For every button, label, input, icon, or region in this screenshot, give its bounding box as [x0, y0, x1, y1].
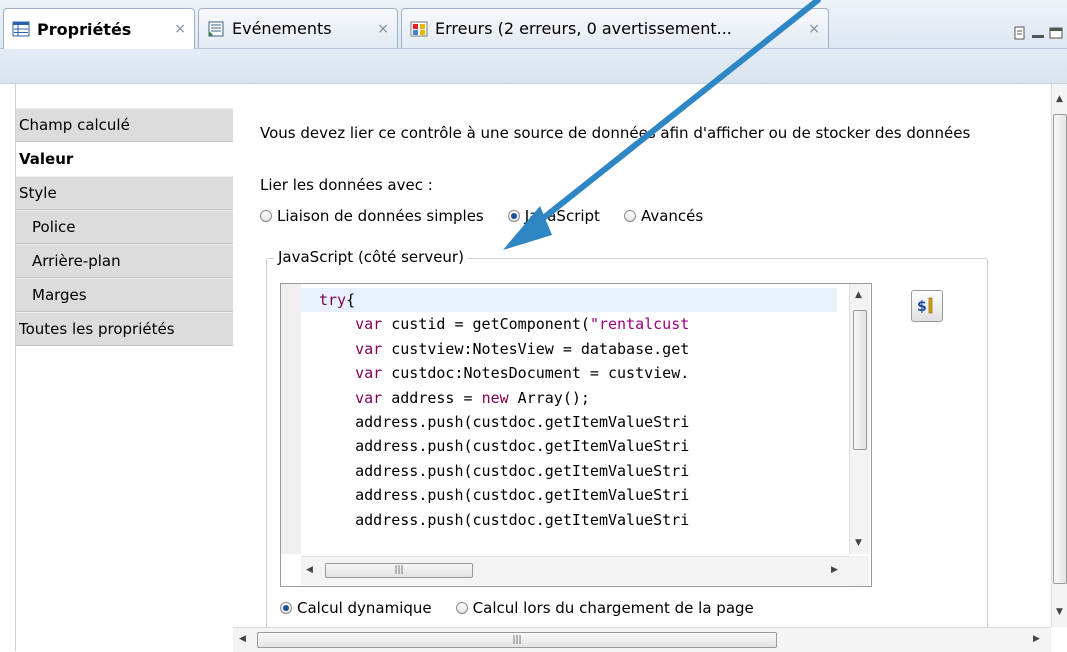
tab-properties-label: Propriétés: [37, 19, 132, 39]
scroll-thumb[interactable]: [853, 310, 867, 450]
nav-item-style[interactable]: Style: [16, 176, 233, 210]
radio-button-selected: [280, 602, 292, 614]
code-line: address.push(custdoc.getItemValueStri: [319, 486, 690, 505]
close-icon[interactable]: ×: [367, 21, 389, 37]
close-icon[interactable]: ×: [798, 21, 820, 37]
property-sections-nav: Champ calculé Valeur Style Police Arrièr…: [15, 84, 234, 651]
scroll-up-arrow-icon[interactable]: ▲: [855, 290, 862, 300]
code-line: address.push(custdoc.getItemValueStri: [319, 461, 690, 480]
panel-horizontal-scrollbar[interactable]: ◀ ||| ▶: [233, 627, 1051, 652]
scroll-thumb[interactable]: |||: [257, 632, 777, 648]
calc-options: Calcul dynamique Calcul lors du chargemen…: [280, 599, 778, 618]
tab-errors-label: Erreurs (2 erreurs, 0 avertissement...: [435, 19, 732, 38]
radio-dynamic-calc[interactable]: Calcul dynamique: [280, 599, 432, 617]
scroll-left-arrow-icon[interactable]: ◀: [239, 634, 246, 644]
bind-data-label: Lier les données avec :: [260, 176, 433, 194]
code-line: var address = new Array();: [355, 388, 590, 407]
events-icon: [208, 21, 224, 36]
panel-vertical-scrollbar[interactable]: ▲ ▼: [1051, 84, 1067, 627]
tab-events[interactable]: Evénements ×: [198, 8, 398, 48]
scrollbar-corner: [849, 556, 869, 586]
code-line: var custid = getComponent("rentalcust: [355, 315, 690, 334]
editor-vertical-scrollbar[interactable]: ▲ ▼: [849, 284, 870, 554]
maximize-icon[interactable]: [1049, 26, 1063, 40]
radio-button: [623, 210, 636, 222]
nav-item-computed-field[interactable]: Champ calculé: [16, 108, 233, 142]
tab-events-label: Evénements: [232, 19, 332, 38]
nav-item-all-properties[interactable]: Toutes les propriétés: [16, 312, 233, 346]
scroll-down-arrow-icon[interactable]: ▼: [1056, 607, 1063, 617]
code-line: var custview:NotesView = database.get: [355, 339, 690, 358]
scroll-up-arrow-icon[interactable]: ▲: [1056, 94, 1063, 104]
nav-item-value[interactable]: Valeur: [16, 142, 233, 176]
radio-javascript[interactable]: JavaScript: [507, 207, 600, 225]
svg-text:$: $: [917, 299, 927, 315]
close-icon[interactable]: ×: [164, 21, 186, 37]
view-menu-icon[interactable]: [1013, 26, 1027, 40]
nav-item-margins[interactable]: Marges: [16, 278, 233, 312]
errors-icon: [410, 21, 428, 36]
binding-message: Vous devez lier ce contrôle à une source…: [260, 124, 971, 142]
view-controls: [1013, 26, 1063, 40]
editor-horizontal-scrollbar[interactable]: ◀ ||| ▶: [301, 556, 849, 585]
radio-page-load-calc[interactable]: Calcul lors du chargement de la page: [455, 599, 754, 617]
bind-options: Liaison de données simples JavaScript Avan…: [260, 207, 727, 226]
radio-simple-binding[interactable]: Liaison de données simples: [260, 207, 484, 225]
code-line: var custdoc:NotesDocument = custview.: [355, 364, 690, 383]
value-panel: Vous devez lier ce contrôle à une source…: [233, 84, 1051, 627]
code-line: address.push(custdoc.getItemValueStri: [319, 437, 690, 456]
nav-item-font[interactable]: Police: [16, 210, 233, 244]
code-text[interactable]: try{ var custid = getComponent("rentalcu…: [319, 288, 689, 532]
minimize-icon[interactable]: [1031, 26, 1045, 40]
scroll-right-arrow-icon[interactable]: ▶: [1033, 634, 1040, 644]
open-script-editor-button[interactable]: $: [911, 290, 943, 322]
script-group-label: JavaScript (côté serveur): [274, 248, 468, 266]
properties-icon: [12, 21, 30, 37]
scroll-thumb[interactable]: [1053, 114, 1067, 584]
script-editor[interactable]: try{ var custid = getComponent("rentalcu…: [280, 283, 872, 587]
tab-properties[interactable]: Propriétés ×: [3, 8, 195, 49]
scroll-thumb[interactable]: |||: [325, 563, 473, 578]
nav-item-background[interactable]: Arrière-plan: [16, 244, 233, 278]
code-line: try{: [319, 291, 356, 309]
radio-advanced[interactable]: Avancés: [623, 207, 703, 225]
script-editor-icon: $: [917, 297, 933, 315]
tab-errors[interactable]: Erreurs (2 erreurs, 0 avertissement... ×: [401, 8, 829, 48]
radio-button: [455, 602, 468, 614]
radio-button: [260, 210, 272, 222]
code-line: address.push(custdoc.getItemValueStri: [319, 510, 690, 529]
scroll-right-arrow-icon[interactable]: ▶: [831, 565, 838, 575]
editor-gutter: [281, 284, 301, 554]
view-toolbar: [0, 49, 1067, 84]
scroll-left-arrow-icon[interactable]: ◀: [306, 565, 313, 575]
scroll-down-arrow-icon[interactable]: ▼: [855, 538, 862, 548]
code-line: address.push(custdoc.getItemValueStri: [319, 413, 690, 432]
radio-button-selected: [507, 210, 520, 222]
